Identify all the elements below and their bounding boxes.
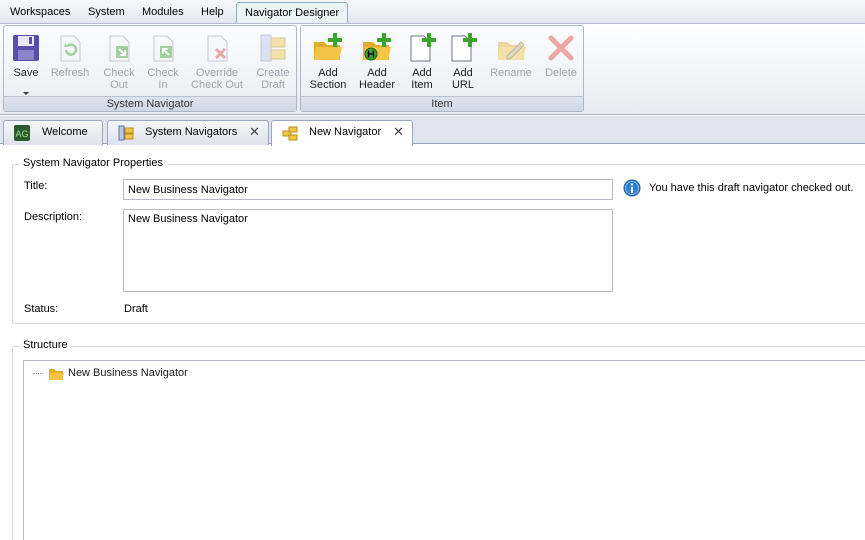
menu-navigator-designer[interactable]: Navigator Designer: [236, 2, 349, 23]
ribbon-group-item: Add Section Add Header Add Item Add URL …: [300, 25, 584, 112]
add-section-icon: [314, 33, 342, 60]
override-check-out-icon: [207, 35, 228, 62]
tab-system-navigators[interactable]: System Navigators ✕: [107, 120, 269, 145]
navigator-draft-icon: [282, 126, 298, 141]
check-out-icon: [109, 35, 130, 62]
description-label: Description:: [24, 211, 83, 223]
checkout-info-message: You have this draft navigator checked ou…: [649, 182, 854, 194]
tree-connector-line: [33, 373, 43, 374]
add-item-icon: [410, 33, 436, 62]
rename-button[interactable]: Rename: [488, 30, 534, 94]
properties-legend: System Navigator Properties: [19, 157, 167, 169]
status-value: Draft: [124, 303, 148, 315]
create-draft-button[interactable]: Create Draft: [250, 30, 296, 94]
menu-system[interactable]: System: [80, 2, 133, 23]
structure-panel: Structure New Business Navigator: [12, 339, 865, 540]
check-in-label: Check In: [147, 67, 179, 91]
tab-welcome[interactable]: AG Welcome: [3, 120, 103, 145]
tab-welcome-label: Welcome: [42, 126, 88, 138]
refresh-icon: [60, 35, 81, 62]
info-icon: [623, 179, 641, 197]
svg-text:AG: AG: [15, 129, 28, 139]
status-label: Status:: [24, 303, 59, 315]
description-textarea[interactable]: New Business Navigator: [123, 209, 613, 292]
rename-icon: [498, 41, 526, 60]
create-draft-label: Create Draft: [256, 67, 290, 91]
delete-button[interactable]: Delete: [538, 30, 584, 94]
tree-node-root-label: New Business Navigator: [68, 367, 188, 379]
add-url-icon: [451, 33, 477, 62]
tab-new-navigator-close-icon[interactable]: ✕: [393, 124, 404, 140]
save-button[interactable]: Save: [3, 30, 49, 95]
menu-workspaces[interactable]: Workspaces: [2, 2, 78, 23]
menu-bar: Workspaces System Modules Help Navigator…: [0, 0, 865, 24]
tab-new-navigator[interactable]: New Navigator ✕: [271, 120, 413, 146]
refresh-button[interactable]: Refresh: [47, 30, 93, 94]
override-check-out-button[interactable]: Override Check Out: [191, 30, 243, 94]
folder-open-icon: [49, 369, 64, 380]
properties-panel: System Navigator Properties Title: You h…: [12, 157, 865, 324]
ribbon-group-system-navigator: Save Refresh Check Out Check In Override…: [3, 25, 297, 112]
save-icon: [13, 35, 39, 61]
menu-help[interactable]: Help: [193, 2, 232, 23]
add-url-button[interactable]: Add URL: [440, 30, 486, 94]
system-navigator-group-label: System Navigator: [4, 96, 296, 111]
check-in-icon: [153, 35, 174, 62]
tab-new-navigator-label: New Navigator: [309, 126, 382, 138]
add-section-button[interactable]: Add Section: [305, 30, 351, 94]
menu-modules[interactable]: Modules: [134, 2, 192, 23]
ribbon: Save Refresh Check Out Check In Override…: [0, 24, 865, 115]
check-in-button[interactable]: Check In: [140, 30, 186, 94]
item-group-label: Item: [301, 96, 583, 111]
save-dropdown-caret[interactable]: [23, 92, 29, 95]
tab-system-navigators-close-icon[interactable]: ✕: [249, 124, 260, 140]
structure-tree[interactable]: New Business Navigator: [23, 360, 865, 540]
delete-label: Delete: [545, 67, 577, 79]
structure-legend: Structure: [19, 339, 72, 351]
welcome-logo-icon: AG: [14, 125, 30, 141]
add-header-icon: [363, 33, 391, 61]
create-draft-icon: [260, 34, 286, 62]
title-input[interactable]: [123, 179, 613, 200]
delete-icon: [548, 35, 574, 61]
override-check-out-label: Override Check Out: [191, 67, 243, 91]
navigator-tree-icon: [118, 125, 134, 141]
tab-system-navigators-label: System Navigators: [145, 126, 238, 138]
document-tab-strip: AG Welcome System Navigators ✕ New Navig…: [0, 116, 865, 146]
title-label: Title:: [24, 180, 48, 192]
